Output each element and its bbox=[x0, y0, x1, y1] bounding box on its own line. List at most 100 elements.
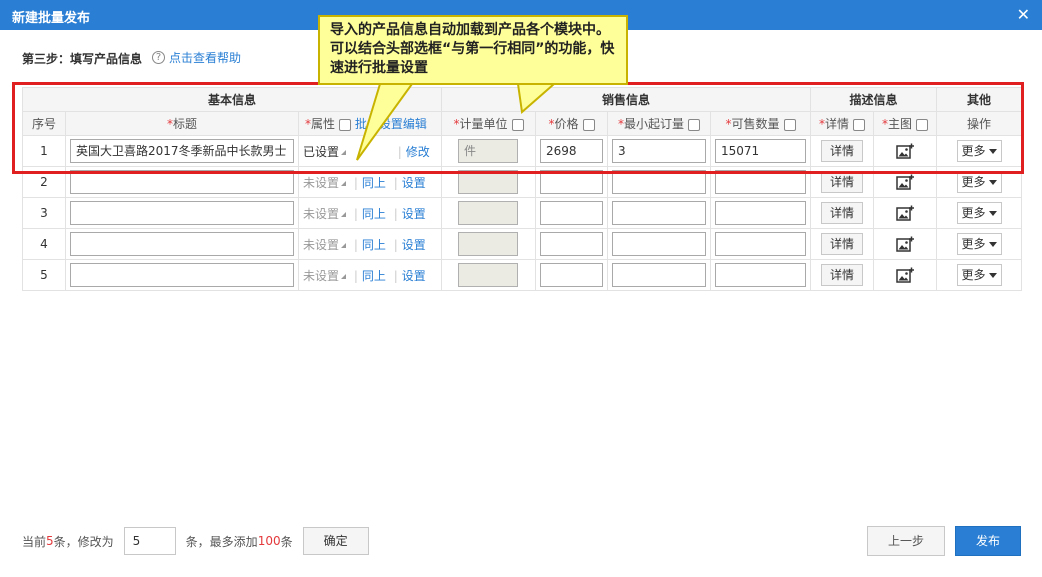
batch-edit-link[interactable]: 批量设置编辑 bbox=[355, 117, 427, 131]
main-image-cell bbox=[873, 135, 938, 167]
title-input[interactable]: 英国大卫喜路2017冬季新品中长款男士 bbox=[70, 139, 294, 163]
image-upload-icon[interactable] bbox=[896, 174, 915, 190]
dropdown-corner-icon bbox=[341, 180, 347, 186]
attr-cell: 已设置 | |修改 bbox=[297, 135, 443, 167]
title-cell bbox=[65, 197, 299, 229]
more-dropdown[interactable]: 更多 bbox=[956, 140, 1002, 162]
image-upload-icon[interactable] bbox=[896, 236, 915, 252]
image-upload-icon[interactable] bbox=[896, 205, 915, 221]
price-input[interactable] bbox=[540, 170, 604, 194]
row-index: 5 bbox=[22, 259, 66, 291]
attr-status: 未设置 bbox=[303, 268, 340, 283]
divider: | bbox=[353, 175, 358, 190]
dropdown-corner-icon bbox=[341, 149, 347, 155]
min-order-input[interactable] bbox=[612, 201, 707, 225]
row-index: 2 bbox=[22, 166, 66, 198]
unit-same-checkbox[interactable] bbox=[511, 118, 524, 131]
attr-cell: 未设置 | 同上 | 设置 bbox=[297, 166, 443, 198]
title-input[interactable] bbox=[70, 170, 294, 194]
row-count-input[interactable]: 5 bbox=[123, 527, 176, 555]
dropdown-corner-icon bbox=[341, 273, 347, 279]
row-index: 4 bbox=[22, 228, 66, 260]
stock-input[interactable] bbox=[715, 263, 807, 287]
stock-input[interactable] bbox=[715, 232, 807, 256]
unit-input[interactable] bbox=[458, 201, 519, 225]
attr-action-link[interactable]: 修改 bbox=[406, 145, 430, 159]
divider: | bbox=[393, 237, 398, 252]
detail-button[interactable]: 详情 bbox=[821, 171, 864, 193]
attr-cell: 未设置 | 同上 | 设置 bbox=[297, 259, 443, 291]
image-upload-icon[interactable] bbox=[896, 143, 915, 159]
callout-tooltip: 导入的产品信息自动加载到产品各个模块中。可以结合头部选框“与第一行相同”的功能，… bbox=[318, 15, 628, 85]
product-table: 基本信息 销售信息 描述信息 其他 序号 *标题 *属性 批量设置编辑 *计量单… bbox=[21, 87, 1023, 291]
prev-step-button[interactable]: 上一步 bbox=[867, 526, 945, 556]
min-order-input[interactable]: 3 bbox=[612, 139, 707, 163]
stock-input[interactable] bbox=[715, 201, 807, 225]
title-input[interactable] bbox=[70, 263, 294, 287]
detail-button[interactable]: 详情 bbox=[821, 233, 864, 255]
attr-same-checkbox[interactable] bbox=[339, 118, 352, 131]
step-label: 第三步：填写产品信息 bbox=[22, 52, 143, 66]
col-main-image: *主图 bbox=[873, 111, 938, 136]
ops-cell: 更多 bbox=[936, 135, 1023, 167]
same-as-above-link[interactable]: 同上 bbox=[362, 238, 386, 252]
price-cell bbox=[535, 259, 609, 291]
stock-same-checkbox[interactable] bbox=[783, 118, 796, 131]
unit-cell bbox=[441, 259, 537, 291]
group-header-row: 基本信息 销售信息 描述信息 其他 bbox=[21, 87, 1023, 112]
min-order-cell bbox=[607, 197, 712, 229]
price-input[interactable] bbox=[540, 201, 604, 225]
detail-button[interactable]: 详情 bbox=[821, 202, 864, 224]
publish-button[interactable]: 发布 bbox=[955, 526, 1021, 556]
more-dropdown[interactable]: 更多 bbox=[956, 233, 1002, 255]
attr-status: 未设置 bbox=[303, 175, 340, 190]
min-order-input[interactable] bbox=[612, 170, 707, 194]
detail-button[interactable]: 详情 bbox=[821, 264, 864, 286]
detail-button[interactable]: 详情 bbox=[821, 140, 864, 162]
more-dropdown[interactable]: 更多 bbox=[956, 202, 1002, 224]
min-order-cell bbox=[607, 166, 712, 198]
main-image-same-checkbox[interactable] bbox=[916, 118, 929, 131]
ops-cell: 更多 bbox=[936, 228, 1023, 260]
price-input[interactable] bbox=[540, 263, 604, 287]
min-order-input[interactable] bbox=[612, 232, 707, 256]
stock-input[interactable] bbox=[715, 170, 807, 194]
table-row: 4 未设置 | 同上 | 设置 详情 更多 bbox=[22, 228, 1023, 260]
image-upload-icon[interactable] bbox=[896, 267, 915, 283]
close-icon[interactable]: ✕ bbox=[1017, 5, 1030, 24]
detail-cell: 详情 bbox=[810, 135, 875, 167]
title-input[interactable] bbox=[70, 201, 294, 225]
same-as-above-link[interactable]: 同上 bbox=[362, 207, 386, 221]
divider: | bbox=[397, 144, 402, 159]
attr-action-link[interactable]: 设置 bbox=[402, 238, 426, 252]
price-same-checkbox[interactable] bbox=[582, 118, 595, 131]
unit-input[interactable] bbox=[458, 263, 519, 287]
stock-input[interactable]: 15071 bbox=[715, 139, 807, 163]
unit-input[interactable] bbox=[458, 170, 519, 194]
same-as-above-link[interactable]: 同上 bbox=[362, 176, 386, 190]
attr-action-link[interactable]: 设置 bbox=[402, 269, 426, 283]
title-cell: 英国大卫喜路2017冬季新品中长款男士 bbox=[65, 135, 299, 167]
same-as-above-link[interactable]: 同上 bbox=[362, 269, 386, 283]
more-dropdown[interactable]: 更多 bbox=[956, 264, 1002, 286]
unit-input[interactable]: 件 bbox=[458, 139, 519, 163]
ops-cell: 更多 bbox=[936, 259, 1023, 291]
title-input[interactable] bbox=[70, 232, 294, 256]
row-index: 3 bbox=[22, 197, 66, 229]
chevron-down-icon bbox=[988, 211, 997, 216]
detail-same-checkbox[interactable] bbox=[853, 118, 866, 131]
column-header-row: 序号 *标题 *属性 批量设置编辑 *计量单位 *价格 *最小起订量 *可售数量… bbox=[22, 111, 1023, 136]
attr-action-link[interactable]: 设置 bbox=[402, 176, 426, 190]
help-link[interactable]: ? 点击查看帮助 bbox=[152, 49, 241, 66]
min-order-same-checkbox[interactable] bbox=[688, 118, 701, 131]
attr-status: 未设置 bbox=[303, 237, 340, 252]
more-dropdown[interactable]: 更多 bbox=[956, 171, 1002, 193]
price-input[interactable]: 2698 bbox=[540, 139, 604, 163]
min-order-input[interactable] bbox=[612, 263, 707, 287]
divider: | bbox=[393, 175, 398, 190]
confirm-button[interactable]: 确定 bbox=[302, 527, 369, 555]
price-input[interactable] bbox=[540, 232, 604, 256]
attr-action-link[interactable]: 设置 bbox=[402, 207, 426, 221]
price-cell bbox=[535, 228, 609, 260]
unit-input[interactable] bbox=[458, 232, 519, 256]
